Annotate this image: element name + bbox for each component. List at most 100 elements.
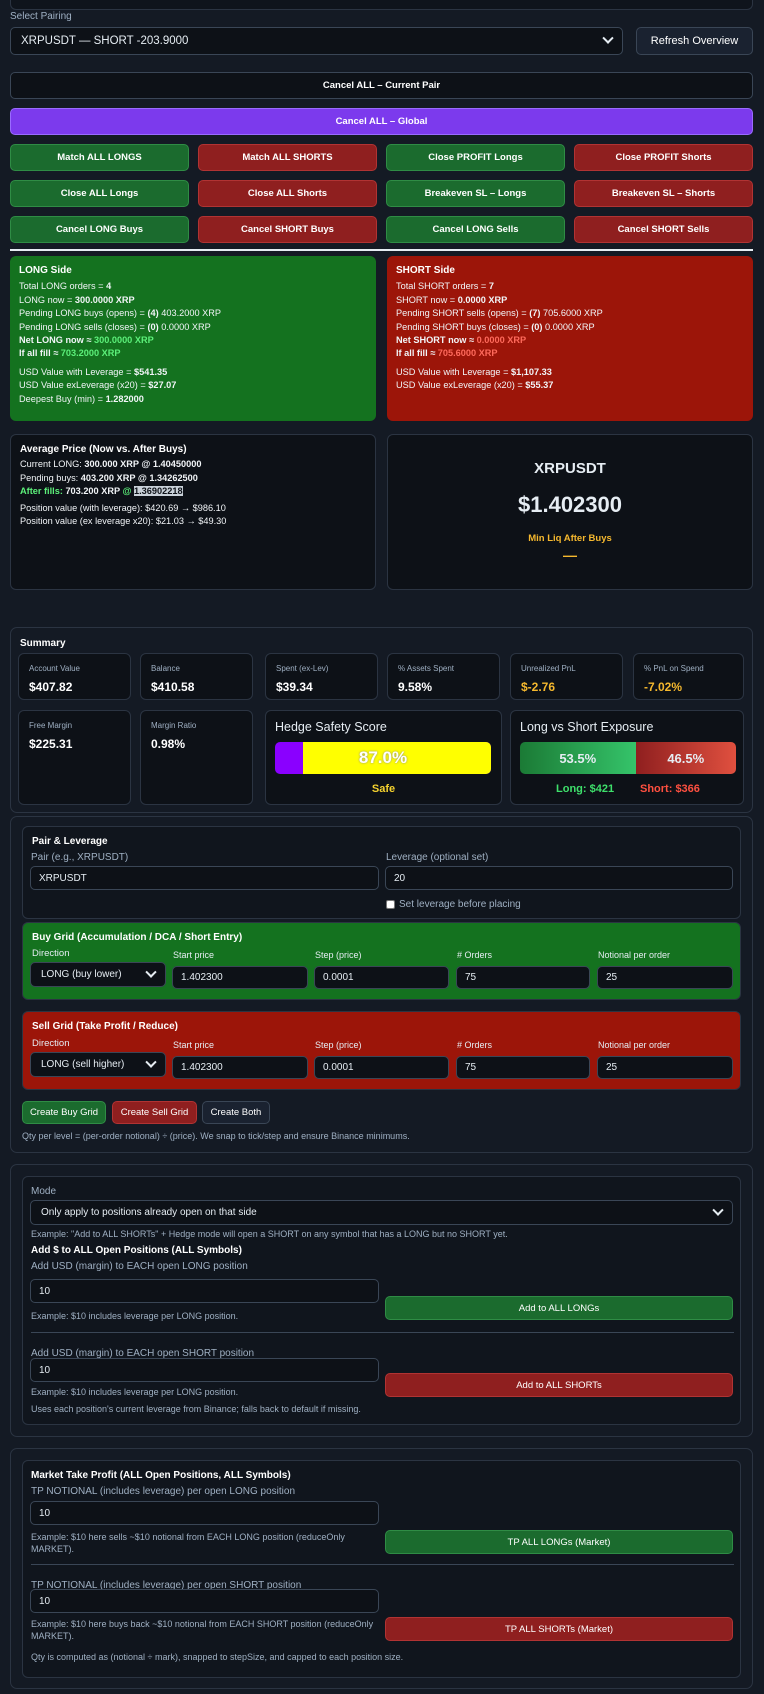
create-sell-grid-button[interactable]: Create Sell Grid bbox=[112, 1101, 197, 1124]
refresh-overview-button[interactable]: Refresh Overview bbox=[636, 27, 753, 55]
tp-short-input[interactable]: 10 bbox=[30, 1589, 379, 1613]
long-net-now: Net LONG now ≈ 300.0000 XRP bbox=[19, 335, 154, 346]
min-liq-value: — bbox=[563, 547, 577, 563]
exposure-title: Long vs Short Exposure bbox=[520, 720, 654, 734]
close-all-longs-button[interactable]: Close ALL Longs bbox=[10, 180, 189, 207]
sell-start-label: Start price bbox=[173, 1040, 215, 1050]
exposure-short-pct: 46.5% bbox=[667, 750, 705, 766]
sell-grid-title: Sell Grid (Take Profit / Reduce) bbox=[32, 1021, 178, 1032]
buy-orders-input[interactable]: 75 bbox=[456, 966, 590, 989]
account-value-label: Account Value bbox=[29, 664, 80, 673]
spent-ex-lev-value: $39.34 bbox=[276, 680, 313, 694]
buy-direction-select[interactable]: LONG (buy lower) bbox=[30, 962, 166, 987]
mode-label: Mode bbox=[31, 1186, 57, 1197]
short-side-title: SHORT Side bbox=[396, 265, 455, 276]
sell-direction-label: Direction bbox=[32, 1038, 70, 1049]
balance-card: Balance $410.58 bbox=[140, 653, 253, 700]
short-side-panel: SHORT Side Total SHORT orders = 7 SHORT … bbox=[387, 256, 753, 421]
buy-start-price-input[interactable]: 1.402300 bbox=[172, 966, 308, 989]
unrealized-pnl-label: Unrealized PnL bbox=[521, 664, 576, 673]
sell-direction-select[interactable]: LONG (sell higher) bbox=[30, 1052, 166, 1077]
sell-start-price-input[interactable]: 1.402300 bbox=[172, 1056, 308, 1079]
cancel-long-sells-button[interactable]: Cancel LONG Sells bbox=[386, 216, 565, 243]
short-if-all-fill: If all fill ≈ 705.6000 XRP bbox=[396, 348, 498, 359]
breakeven-sl-shorts-button[interactable]: Breakeven SL – Shorts bbox=[574, 180, 753, 207]
close-profit-longs-button[interactable]: Close PROFIT Longs bbox=[386, 144, 565, 171]
match-all-shorts-button[interactable]: Match ALL SHORTS bbox=[198, 144, 377, 171]
min-liq-label: Min Liq After Buys bbox=[528, 533, 612, 544]
mode-note: Example: "Add to ALL SHORTs" + Hedge mod… bbox=[31, 1229, 508, 1239]
exposure-short-segment: 46.5% bbox=[635, 742, 736, 774]
buy-start-label: Start price bbox=[173, 950, 215, 960]
leverage-input[interactable]: 20 bbox=[385, 866, 733, 890]
exposure-long-label: Long: $421 bbox=[556, 783, 615, 795]
avg-position-value-ex-leverage: Position value (ex leverage x20): $21.03… bbox=[20, 516, 227, 527]
pair-input[interactable]: XRPUSDT bbox=[30, 866, 379, 890]
add-to-all-longs-button[interactable]: Add to ALL LONGs bbox=[385, 1296, 733, 1320]
long-pending-sells: Pending LONG sells (closes) = (0) 0.0000… bbox=[19, 321, 211, 332]
ticker-panel: XRPUSDT $1.402300 Min Liq After Buys — bbox=[387, 434, 753, 590]
grid-qty-note: Qty per level = (per-order notional) ÷ (… bbox=[22, 1131, 410, 1141]
long-usd-with-leverage: USD Value with Leverage = $541.35 bbox=[19, 366, 168, 377]
buy-step-input[interactable]: 0.0001 bbox=[314, 966, 449, 989]
buy-orders-label: # Orders bbox=[457, 950, 493, 960]
set-leverage-checkbox[interactable] bbox=[386, 900, 395, 909]
cancel-all-current-pair-button[interactable]: Cancel ALL – Current Pair bbox=[10, 72, 753, 99]
mode-select[interactable]: Only apply to positions already open on … bbox=[30, 1200, 733, 1225]
divider bbox=[31, 1564, 734, 1565]
pairing-select-value: XRPUSDT — SHORT -203.9000 bbox=[21, 35, 189, 47]
sell-orders-input[interactable]: 75 bbox=[456, 1056, 590, 1079]
create-both-button[interactable]: Create Both bbox=[202, 1101, 270, 1124]
assets-spent-value: 9.58% bbox=[398, 680, 433, 694]
long-pending-buys: Pending LONG buys (opens) = (4) 403.2000… bbox=[19, 308, 222, 319]
tp-long-input[interactable]: 10 bbox=[30, 1501, 379, 1525]
buy-direction-label: Direction bbox=[32, 948, 70, 959]
buy-notional-label: Notional per order bbox=[598, 950, 671, 960]
cancel-all-global-button[interactable]: Cancel ALL – Global bbox=[10, 108, 753, 135]
tp-short-note: Example: $10 here buys back ~$10 notiona… bbox=[31, 1619, 374, 1641]
leverage-label: Leverage (optional set) bbox=[386, 852, 489, 863]
chevron-down-icon bbox=[712, 1204, 724, 1216]
hedge-safety-card: Hedge Safety Score 87.0% Safe bbox=[265, 710, 502, 805]
tp-all-longs-button[interactable]: TP ALL LONGs (Market) bbox=[385, 1530, 733, 1554]
buy-direction-value: LONG (buy lower) bbox=[41, 969, 122, 980]
add-short-input[interactable]: 10 bbox=[30, 1358, 379, 1382]
average-price-title: Average Price (Now vs. After Buys) bbox=[20, 444, 187, 455]
add-long-input[interactable]: 10 bbox=[30, 1279, 379, 1303]
short-total-orders: Total SHORT orders = 7 bbox=[396, 281, 494, 292]
sell-notional-input[interactable]: 25 bbox=[597, 1056, 733, 1079]
close-all-shorts-button[interactable]: Close ALL Shorts bbox=[198, 180, 377, 207]
long-side-title: LONG Side bbox=[19, 265, 72, 276]
pnl-on-spend-card: % PnL on Spend -7.02% bbox=[633, 653, 744, 700]
exposure-long-pct: 53.5% bbox=[559, 750, 597, 766]
hedge-safety-status: Safe bbox=[371, 783, 396, 795]
pairing-select[interactable]: XRPUSDT — SHORT -203.9000 bbox=[10, 27, 623, 55]
sell-step-label: Step (price) bbox=[315, 1040, 362, 1050]
exposure-card: Long vs Short Exposure 53.5% 46.5% Long:… bbox=[510, 710, 744, 805]
close-profit-shorts-button[interactable]: Close PROFIT Shorts bbox=[574, 144, 753, 171]
add-short-note: Example: $10 includes leverage per LONG … bbox=[31, 1387, 239, 1397]
pnl-on-spend-value: -7.02% bbox=[644, 680, 683, 694]
long-if-all-fill: If all fill ≈ 703.2000 XRP bbox=[19, 348, 121, 359]
long-deepest-buy: Deepest Buy (min) = 1.282000 bbox=[19, 393, 144, 404]
set-leverage-checkbox-row[interactable]: Set leverage before placing bbox=[386, 899, 521, 910]
sell-step-input[interactable]: 0.0001 bbox=[314, 1056, 449, 1079]
cancel-long-buys-button[interactable]: Cancel LONG Buys bbox=[10, 216, 189, 243]
tp-long-note: Example: $10 here sells ~$10 notional fr… bbox=[31, 1532, 345, 1554]
cancel-short-buys-button[interactable]: Cancel SHORT Buys bbox=[198, 216, 377, 243]
hedge-safety-bar: 87.0% bbox=[275, 742, 491, 774]
create-buy-grid-button[interactable]: Create Buy Grid bbox=[22, 1101, 106, 1124]
add-long-label: Add USD (margin) to EACH open LONG posit… bbox=[31, 1261, 248, 1272]
short-net-now: Net SHORT now ≈ 0.0000 XRP bbox=[396, 335, 527, 346]
free-margin-value: $225.31 bbox=[29, 737, 73, 751]
margin-ratio-card: Margin Ratio 0.98% bbox=[140, 710, 253, 805]
sell-orders-label: # Orders bbox=[457, 1040, 493, 1050]
balance-value: $410.58 bbox=[151, 680, 195, 694]
match-all-longs-button[interactable]: Match ALL LONGS bbox=[10, 144, 189, 171]
add-to-all-shorts-button[interactable]: Add to ALL SHORTs bbox=[385, 1373, 733, 1397]
breakeven-sl-longs-button[interactable]: Breakeven SL – Longs bbox=[386, 180, 565, 207]
tp-all-shorts-button[interactable]: TP ALL SHORTs (Market) bbox=[385, 1617, 733, 1641]
buy-notional-input[interactable]: 25 bbox=[597, 966, 733, 989]
pnl-on-spend-label: % PnL on Spend bbox=[644, 664, 704, 673]
cancel-short-sells-button[interactable]: Cancel SHORT Sells bbox=[574, 216, 753, 243]
